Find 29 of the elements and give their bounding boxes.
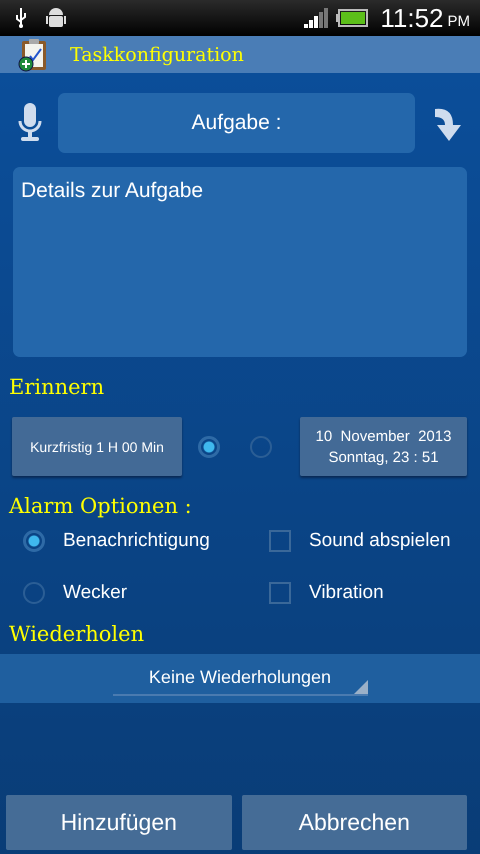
option-label: Sound abspielen <box>309 530 451 552</box>
details-field[interactable]: Details zur Aufgabe <box>13 167 467 357</box>
radio-button[interactable] <box>198 436 220 458</box>
window-title: Taskkonfiguration <box>70 44 244 66</box>
repeat-dropdown[interactable]: Keine Wiederholungen <box>112 661 368 696</box>
checkbox[interactable] <box>269 582 291 604</box>
microphone-icon[interactable] <box>18 103 42 143</box>
clock-period: PM <box>448 12 470 30</box>
section-heading: Erinnern <box>9 375 106 399</box>
battery-icon <box>336 9 368 27</box>
task-field[interactable]: Aufgabe : <box>58 93 415 153</box>
radio-button[interactable] <box>23 582 45 604</box>
option-label: Benachrichtigung <box>63 530 210 552</box>
option-label: Wecker <box>63 582 128 604</box>
option-label: Vibration <box>309 582 384 604</box>
section-heading: Wiederholen <box>9 622 146 646</box>
android-icon <box>46 6 66 30</box>
date-button[interactable]: 10 November 2013 Sonntag, 23 : 51 <box>300 417 467 476</box>
checkbox[interactable] <box>269 530 291 552</box>
radio-button[interactable] <box>23 530 45 552</box>
section-heading: Alarm Optionen : <box>9 494 193 518</box>
clipboard-icon <box>18 38 48 72</box>
action-button[interactable]: Abbrechen <box>242 795 467 850</box>
action-button[interactable]: Hinzufügen <box>6 795 232 850</box>
signal-icon <box>304 8 328 28</box>
usb-icon <box>14 7 28 29</box>
short-term-button[interactable]: Kurzfristig 1 H 00 Min <box>12 417 182 476</box>
radio-button[interactable] <box>250 436 272 458</box>
clock-time: 11:52 <box>380 2 444 34</box>
